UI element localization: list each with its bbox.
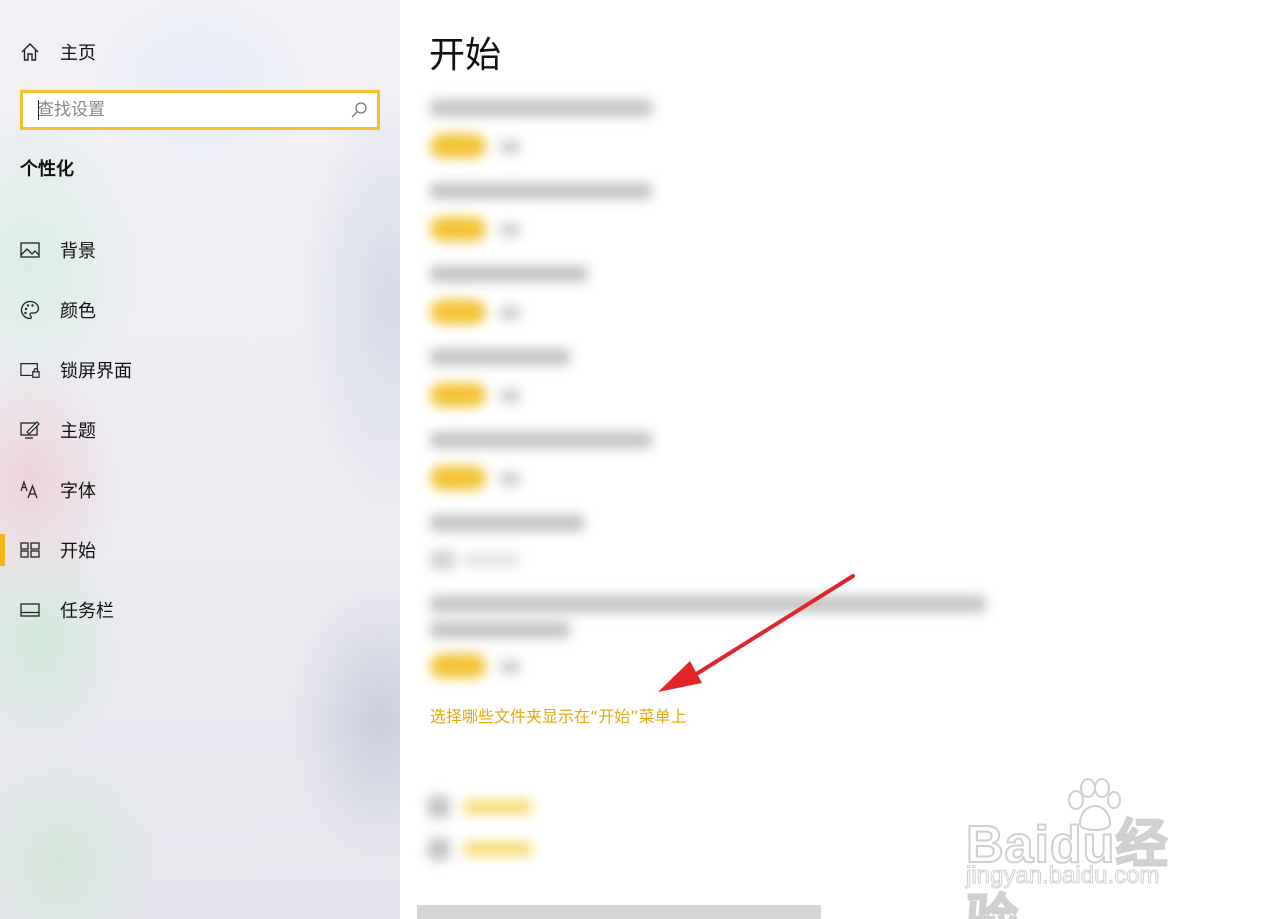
sidebar: 主页 个性化 背景 颜色 锁屏界面 xyxy=(0,0,400,919)
sidebar-item-label: 字体 xyxy=(60,481,96,502)
toggle-state-blurred xyxy=(500,389,520,403)
bottom-divider xyxy=(417,905,821,919)
related-link-row[interactable] xyxy=(428,838,532,860)
lock-screen-icon xyxy=(20,360,40,380)
setting-label-blurred xyxy=(430,515,584,531)
choose-folders-link[interactable]: 选择哪些文件夹显示在“开始”菜单上 xyxy=(430,703,687,727)
sidebar-item-fonts[interactable]: 字体 xyxy=(0,460,400,520)
start-icon xyxy=(20,540,40,560)
sidebar-nav: 背景 颜色 锁屏界面 主题 字体 开始 任务栏 xyxy=(0,220,400,640)
related-link-icon xyxy=(428,796,450,818)
toggle-state-blurred xyxy=(500,140,520,154)
setting-toggle[interactable] xyxy=(430,217,486,241)
toggle-state-blurred xyxy=(500,472,520,486)
sidebar-item-label: 背景 xyxy=(60,241,96,262)
related-link-blurred[interactable] xyxy=(464,800,532,814)
sidebar-item-start[interactable]: 开始 xyxy=(0,520,400,580)
toggle-state-blurred xyxy=(500,660,520,674)
main-content: 开始 选择哪些文件夹显示在“开始”菜单上 Baidu经 jingyan.baid… xyxy=(400,0,1276,919)
sidebar-item-taskbar[interactable]: 任务栏 xyxy=(0,580,400,640)
sidebar-item-label: 任务栏 xyxy=(60,601,114,622)
watermark-url: jingyan.baidu.com xyxy=(965,862,1160,890)
search-icon[interactable] xyxy=(341,101,377,119)
related-link-icon xyxy=(428,838,450,860)
checkbox-blurred[interactable] xyxy=(430,550,454,570)
page-title: 开始 xyxy=(429,35,502,76)
section-title: 个性化 xyxy=(20,159,74,180)
setting-label-blurred xyxy=(430,432,652,448)
sidebar-item-label: 锁屏界面 xyxy=(60,361,132,382)
text-caret xyxy=(38,100,39,120)
toggle-state-blurred xyxy=(500,306,520,320)
setting-toggle[interactable] xyxy=(430,300,486,324)
sidebar-item-lock-screen[interactable]: 锁屏界面 xyxy=(0,340,400,400)
home-label: 主页 xyxy=(60,43,96,64)
setting-label-blurred xyxy=(430,596,986,612)
checkbox-label-blurred xyxy=(462,554,520,566)
home-icon xyxy=(20,42,40,62)
setting-toggle[interactable] xyxy=(430,134,486,158)
sidebar-item-label: 主题 xyxy=(60,421,96,442)
palette-icon xyxy=(20,300,40,320)
related-link-row[interactable] xyxy=(428,796,532,818)
related-link-blurred[interactable] xyxy=(464,842,532,856)
font-icon xyxy=(20,480,40,500)
setting-label-blurred xyxy=(430,266,588,282)
sidebar-item-label: 开始 xyxy=(60,541,96,562)
sidebar-item-label: 颜色 xyxy=(60,301,96,322)
search-input[interactable] xyxy=(23,93,341,127)
setting-label-blurred xyxy=(430,100,652,116)
setting-label-blurred xyxy=(430,183,652,199)
search-box[interactable] xyxy=(20,90,380,130)
sidebar-item-themes[interactable]: 主题 xyxy=(0,400,400,460)
baidu-watermark: Baidu经验 jingyan.baidu.com xyxy=(965,778,1216,919)
setting-toggle[interactable] xyxy=(430,466,486,490)
setting-toggle[interactable] xyxy=(430,654,486,678)
setting-toggle[interactable] xyxy=(430,383,486,407)
setting-label-blurred xyxy=(430,349,570,365)
taskbar-icon xyxy=(20,600,40,620)
sidebar-item-colors[interactable]: 颜色 xyxy=(0,280,400,340)
setting-label-blurred xyxy=(430,622,570,638)
watermark-brand: Baidu经验 xyxy=(965,815,1169,919)
picture-icon xyxy=(20,240,40,260)
theme-icon xyxy=(20,420,40,440)
home-button[interactable]: 主页 xyxy=(20,38,96,66)
toggle-state-blurred xyxy=(500,223,520,237)
sidebar-item-background[interactable]: 背景 xyxy=(0,220,400,280)
